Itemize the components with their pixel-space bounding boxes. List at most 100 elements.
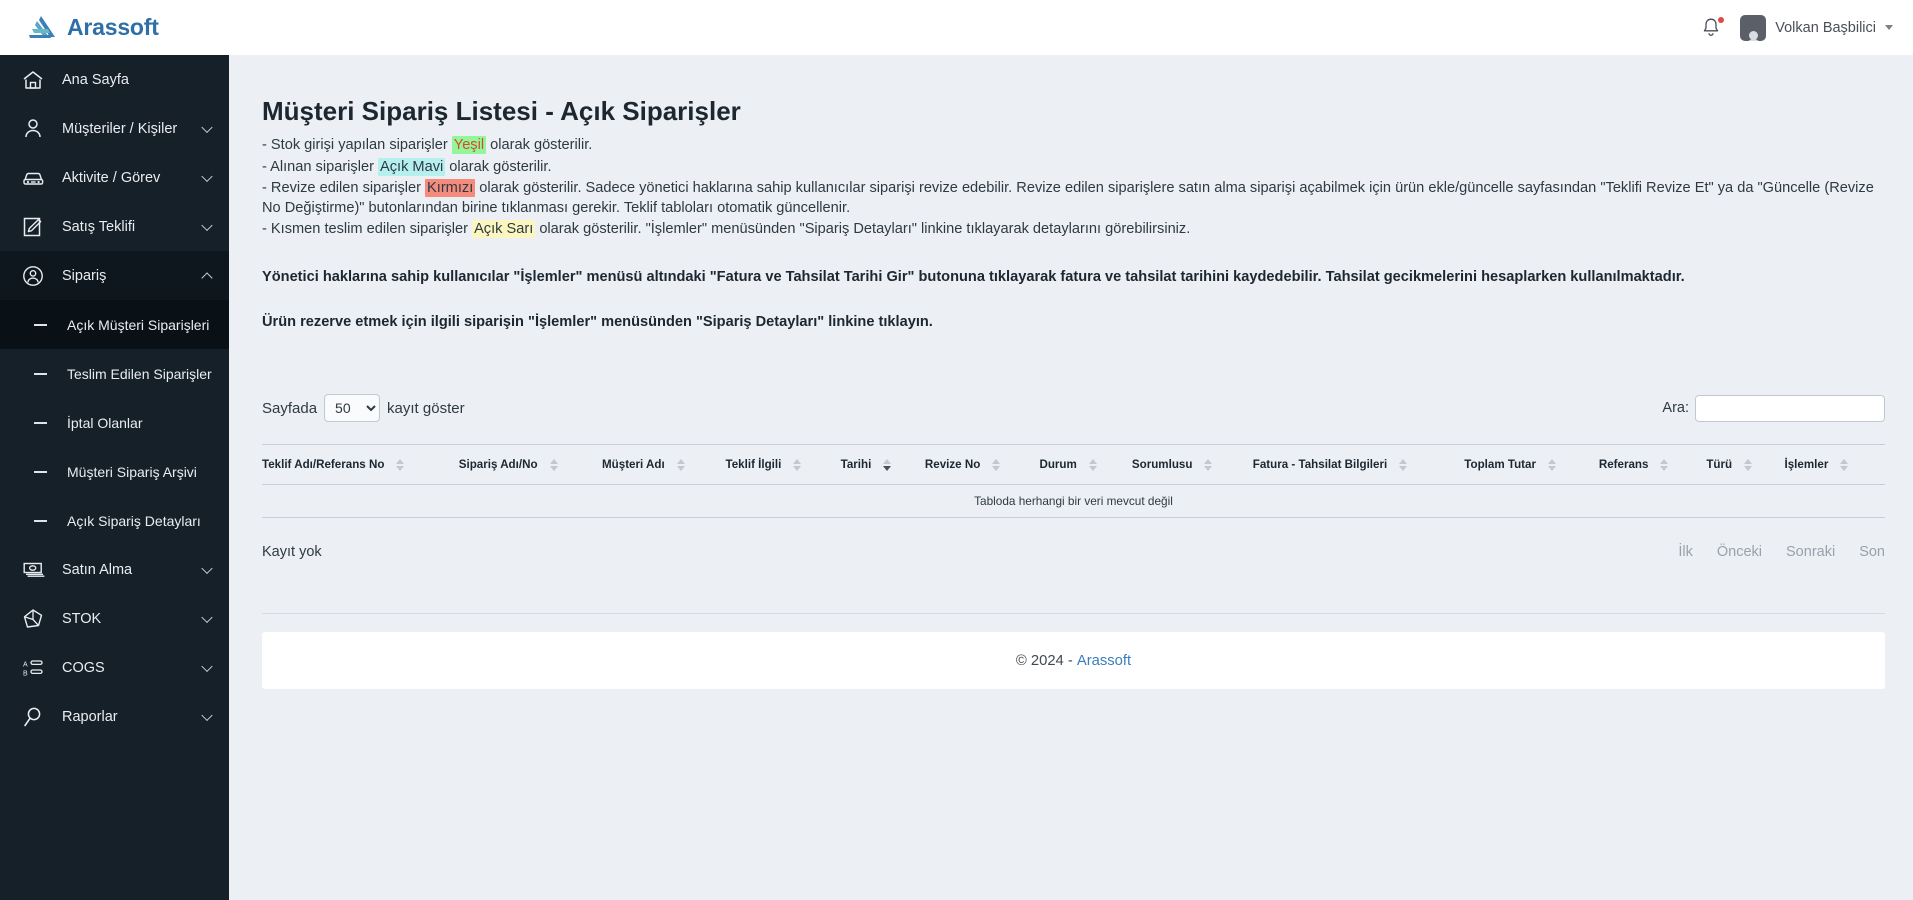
sidebar-item-aktivite-gorev[interactable]: Aktivite / Görev: [0, 153, 229, 202]
sort-icon[interactable]: [396, 458, 405, 471]
sidebar-item-label: Sipariş: [62, 267, 107, 284]
column-header-teklif-adi-referans-no[interactable]: Teklif Adı/Referans No: [262, 444, 459, 486]
pagination-next[interactable]: Sonraki: [1786, 544, 1835, 560]
column-label: Fatura - Tahsilat Bilgileri: [1252, 458, 1388, 472]
column-label: Toplam Tutar: [1464, 458, 1536, 472]
column-header-teklif-ilgili[interactable]: Teklif İlgili: [725, 444, 841, 486]
sort-icon[interactable]: [1660, 458, 1669, 471]
chevron-down-icon: [201, 660, 213, 672]
sidebar-item-iptal-olanlar[interactable]: İptal Olanlar: [0, 398, 229, 447]
column-header-turu[interactable]: Türü: [1706, 444, 1785, 486]
brand-logo-area[interactable]: Arassoft: [28, 14, 159, 41]
sort-icon[interactable]: [1088, 458, 1097, 471]
info-line-highlight: Açık Sarı: [472, 220, 536, 239]
sidebar-item-musteri-siparis-arsivi[interactable]: Müşteri Sipariş Arşivi: [0, 447, 229, 496]
sort-icon-desc[interactable]: [883, 458, 892, 471]
pagination-first[interactable]: İlk: [1678, 544, 1693, 560]
chevron-down-icon: [1885, 25, 1893, 30]
sidebar-item-satis-teklifi[interactable]: Satış Teklifi: [0, 202, 229, 251]
column-header-sorumlusu[interactable]: Sorumlusu: [1131, 444, 1253, 486]
sidebar-item-acik-musteri-siparisleri[interactable]: Açık Müşteri Siparişleri: [0, 300, 229, 349]
sidebar-item-teslim-edilen-siparisler[interactable]: Teslim Edilen Siparişler: [0, 349, 229, 398]
sidebar-item-label: Açık Sipariş Detayları: [67, 512, 201, 529]
chevron-down-icon: [201, 121, 213, 133]
column-header-musteri-adi[interactable]: Müşteri Adı: [602, 444, 726, 486]
svg-text:B: B: [23, 670, 28, 677]
sidebar-item-label: Müşteri Sipariş Arşivi: [67, 463, 197, 480]
pagination-previous[interactable]: Önceki: [1717, 544, 1762, 560]
sidebar-item-raporlar[interactable]: Raporlar: [0, 692, 229, 741]
dash-icon: [34, 519, 47, 522]
notification-badge-dot: [1718, 16, 1725, 23]
notifications-button[interactable]: [1700, 16, 1725, 40]
user-circle-icon: [22, 265, 48, 287]
sidebar-item-ana-sayfa[interactable]: Ana Sayfa: [0, 55, 229, 104]
page-title: Müşteri Sipariş Listesi - Açık Siparişle…: [262, 96, 741, 126]
sort-icon[interactable]: [1204, 458, 1213, 471]
magnifier-icon: [22, 706, 48, 728]
dash-icon: [34, 323, 47, 326]
sidebar-item-stok[interactable]: STOK: [0, 594, 229, 643]
column-label: Durum: [1039, 458, 1077, 472]
sort-icon[interactable]: [793, 458, 802, 471]
sidebar-item-acik-siparis-detaylari[interactable]: Açık Sipariş Detayları: [0, 496, 229, 545]
sidebar-item-label: Açık Müşteri Siparişleri: [67, 316, 210, 333]
sidebar-item-label: STOK: [62, 610, 102, 627]
top-bar: Arassoft Volkan Başbilici: [0, 0, 1913, 55]
sort-icon[interactable]: [1744, 458, 1753, 471]
info-line-prefix: - Kısmen teslim edilen siparişler: [262, 221, 473, 238]
table-controls: Sayfada 10 25 50 100 kayıt göster Ara:: [262, 388, 1885, 428]
search-input[interactable]: [1695, 394, 1885, 422]
column-header-toplam-tutar[interactable]: Toplam Tutar: [1464, 444, 1599, 486]
column-label: Müşteri Adı: [602, 458, 665, 472]
sort-icon[interactable]: [992, 458, 1001, 471]
column-header-referans[interactable]: Referans: [1598, 444, 1707, 486]
sort-icon[interactable]: [549, 458, 558, 471]
column-header-durum[interactable]: Durum: [1039, 444, 1132, 486]
edit-document-icon: [22, 216, 48, 238]
admin-note: Yönetici haklarına sahip kullanıcılar "İ…: [262, 268, 1685, 285]
pagination-last[interactable]: Son: [1859, 544, 1885, 560]
sidebar-item-musteriler-kisiler[interactable]: Müşteriler / Kişiler: [0, 104, 229, 153]
info-line-suffix: olarak gösterilir.: [445, 158, 552, 175]
user-name: Volkan Başbilici: [1775, 19, 1876, 36]
column-label: Sorumlusu: [1131, 458, 1193, 472]
dash-icon: [34, 372, 47, 375]
pagination: İlk Önceki Sonraki Son: [1678, 544, 1885, 560]
avatar: [1740, 14, 1767, 41]
info-line-highlight: Açık Mavi: [378, 157, 446, 176]
sidebar-item-label: İptal Olanlar: [67, 414, 143, 431]
column-header-revize-no[interactable]: Revize No: [924, 444, 1040, 486]
column-header-fatura-tahsilat-bilgileri[interactable]: Fatura - Tahsilat Bilgileri: [1252, 444, 1465, 486]
column-label: Teklif İlgili: [725, 458, 782, 472]
page-footer: © 2024 - Arassoft: [262, 632, 1885, 690]
main-content: Müşteri Sipariş Listesi - Açık Siparişle…: [229, 55, 1913, 900]
sidebar-item-label: Müşteriler / Kişiler: [62, 120, 178, 137]
info-line-highlight: Kırmızı: [425, 179, 476, 198]
column-header-islemler[interactable]: İşlemler: [1784, 444, 1885, 486]
sort-icon[interactable]: [1548, 458, 1556, 471]
sidebar-item-label: Aktivite / Görev: [62, 169, 161, 186]
sidebar-item-satin-alma[interactable]: Satın Alma: [0, 545, 229, 594]
sidebar-item-label: Satış Teklifi: [62, 218, 136, 235]
user-menu[interactable]: Volkan Başbilici: [1740, 14, 1893, 41]
sidebar-item-label: COGS: [62, 659, 105, 676]
sort-icon[interactable]: [1840, 458, 1849, 471]
chevron-down-icon: [201, 611, 213, 623]
search-area: Ara:: [1662, 394, 1885, 422]
page-length-select[interactable]: 10 25 50 100: [324, 394, 381, 423]
sidebar-item-label: Raporlar: [62, 708, 118, 725]
sidebar-item-cogs[interactable]: A B COGS: [0, 643, 229, 692]
record-count-info: Kayıt yok: [262, 544, 322, 561]
sidebar-item-label: Satın Alma: [62, 561, 133, 578]
sidebar-item-siparis[interactable]: Sipariş: [0, 251, 229, 300]
chevron-down-icon: [201, 219, 213, 231]
column-header-tarihi[interactable]: Tarihi: [840, 444, 925, 486]
footer-brand-link[interactable]: Arassoft: [1077, 653, 1131, 669]
sidebar-item-label: Ana Sayfa: [62, 71, 129, 88]
table-head: Teklif Adı/Referans No Sipariş Adı/No Mü…: [262, 444, 1885, 486]
column-header-siparis-adi-no[interactable]: Sipariş Adı/No: [458, 444, 602, 486]
sort-icon[interactable]: [1399, 458, 1408, 471]
sort-icon[interactable]: [676, 458, 685, 471]
orders-table-card: Sayfada 10 25 50 100 kayıt göster Ara: T…: [262, 388, 1885, 580]
